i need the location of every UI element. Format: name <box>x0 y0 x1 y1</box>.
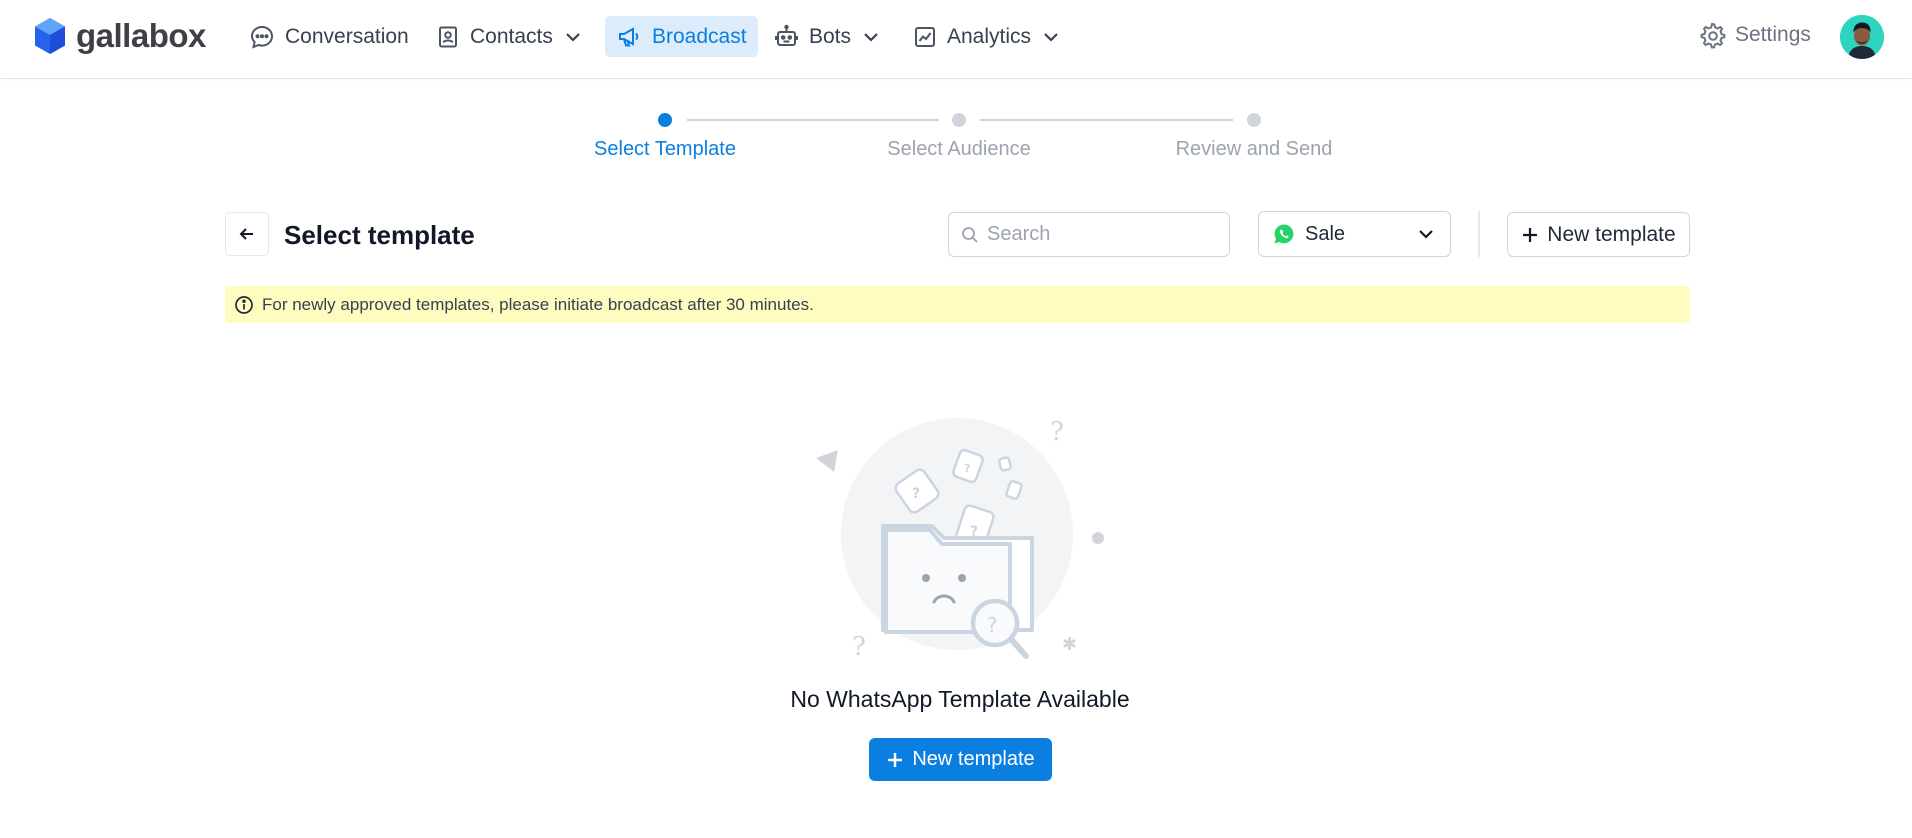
nav-bots-label: Bots <box>809 24 852 48</box>
channel-select-value: Sale <box>1305 222 1346 245</box>
search-field[interactable] <box>948 212 1230 257</box>
step-label-select-template[interactable]: Select Template <box>594 138 736 161</box>
settings-link[interactable]: Settings <box>1698 16 1811 54</box>
step-label-review-send: Review and Send <box>1175 138 1333 160</box>
nav-broadcast-label: Broadcast <box>652 24 747 48</box>
channel-select[interactable]: Sale <box>1258 211 1451 257</box>
stepper-connector <box>980 119 1233 121</box>
svg-text:?: ? <box>912 486 920 502</box>
step-dot-select-audience <box>952 113 966 127</box>
info-banner: For newly approved templates, please ini… <box>225 286 1690 323</box>
user-avatar[interactable] <box>1840 15 1884 59</box>
nav-contacts-label: Contacts <box>470 24 553 48</box>
search-input[interactable] <box>987 223 1207 246</box>
svg-text:?: ? <box>987 613 998 637</box>
svg-text:?: ? <box>852 632 866 662</box>
back-button[interactable] <box>225 212 269 256</box>
gear-icon <box>1700 22 1726 49</box>
nav-broadcast[interactable]: Broadcast <box>605 16 758 57</box>
nav-analytics[interactable]: Analytics <box>903 16 1071 57</box>
plus-icon <box>888 752 903 767</box>
settings-label: Settings <box>1735 23 1811 46</box>
page-title: Select template <box>284 220 475 250</box>
megaphone-icon <box>619 26 639 46</box>
nav-contacts[interactable]: Contacts <box>426 16 593 57</box>
cube-logo-icon <box>35 18 65 54</box>
info-icon <box>235 295 253 314</box>
user-avatar-image <box>1840 15 1884 59</box>
info-banner-text: For newly approved templates, please ini… <box>262 294 814 314</box>
empty-folder-illustration: ? ? ✱ ? ? ? ? <box>816 417 1104 662</box>
chevron-down-icon <box>864 32 878 42</box>
logo-text: gallabox <box>76 17 206 54</box>
nav-conversation-label: Conversation <box>285 24 409 48</box>
chevron-down-icon <box>566 32 580 42</box>
empty-state-new-template-button[interactable]: New template <box>869 738 1052 781</box>
gallabox-logo[interactable]: gallabox <box>33 16 206 56</box>
chevron-down-icon <box>1044 32 1058 42</box>
step-dot-review-send <box>1247 113 1261 127</box>
arrow-left-icon <box>239 228 253 240</box>
nav-analytics-label: Analytics <box>947 24 1032 48</box>
svg-text:?: ? <box>1050 417 1064 447</box>
new-template-button-label: New template <box>1547 222 1676 246</box>
new-template-button[interactable]: New template <box>1507 212 1690 257</box>
empty-state-new-template-label: New template <box>912 748 1035 770</box>
whatsapp-icon <box>1274 224 1294 244</box>
nav-conversation[interactable]: Conversation <box>239 16 419 57</box>
top-nav-bar: gallabox Conversation Contacts Broadcast <box>0 0 1912 79</box>
stepper-connector <box>687 119 939 121</box>
step-dot-select-template <box>658 113 672 127</box>
step-label-select-audience: Select Audience <box>887 138 1031 160</box>
header-divider <box>1478 211 1480 257</box>
nav-bots[interactable]: Bots <box>764 16 891 57</box>
robot-icon <box>775 24 798 46</box>
chevron-down-icon <box>1419 230 1433 239</box>
svg-text:?: ? <box>964 462 970 475</box>
empty-state-title: No WhatsApp Template Available <box>790 686 1130 712</box>
plus-icon <box>1523 227 1538 242</box>
chart-icon <box>915 26 935 47</box>
svg-text:✱: ✱ <box>1062 634 1077 655</box>
chat-bubble-icon <box>250 25 274 49</box>
contact-book-icon <box>439 26 457 47</box>
search-icon <box>962 226 978 243</box>
